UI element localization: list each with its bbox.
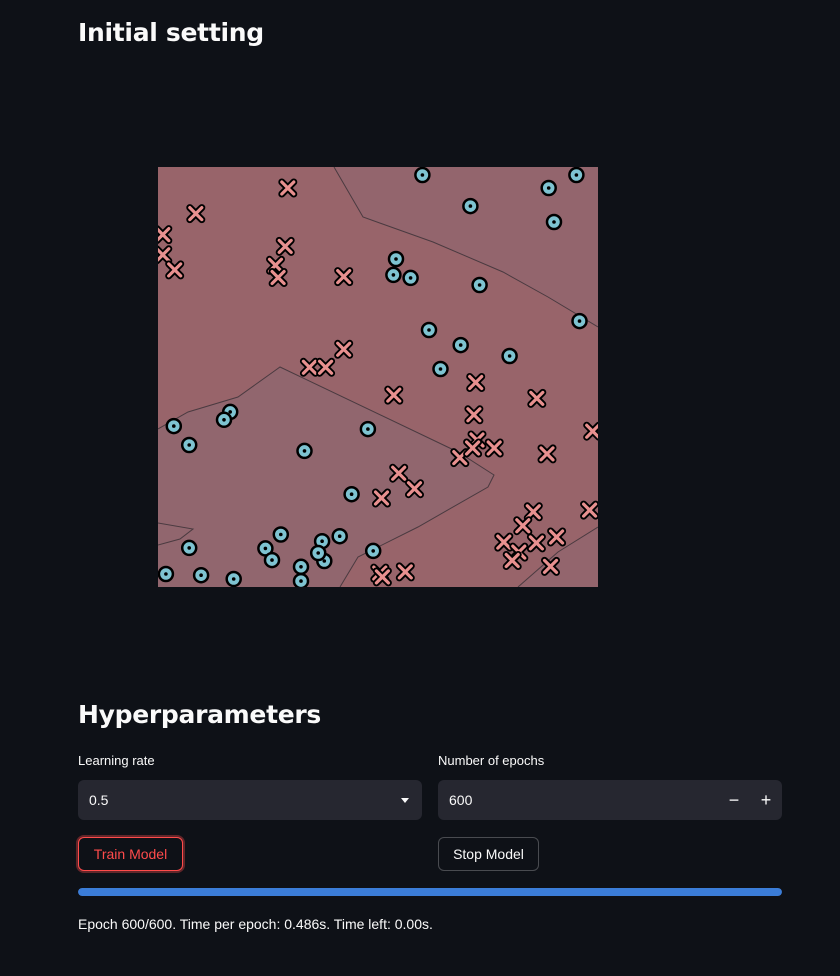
epochs-number-input[interactable]: 600 − + [438, 780, 782, 820]
circle-point [402, 269, 419, 287]
stop-model-button[interactable]: Stop Model [438, 837, 539, 871]
train-model-button[interactable]: Train Model [78, 837, 183, 871]
x-point [316, 357, 336, 377]
x-point [158, 245, 173, 265]
x-point [466, 373, 486, 392]
circle-point [452, 336, 469, 354]
x-point [389, 463, 409, 483]
circle-point [387, 250, 405, 268]
hyperparameters-title: Hyperparameters [78, 700, 321, 729]
circle-point [225, 570, 242, 587]
x-point [334, 339, 354, 359]
circle-point [571, 312, 588, 330]
circle-point [540, 179, 557, 197]
x-point [502, 551, 522, 570]
circle-point [364, 542, 382, 560]
circle-point [215, 411, 233, 429]
scatter-plot [158, 167, 598, 587]
x-point [547, 527, 567, 547]
circle-point [471, 276, 488, 294]
circle-point [180, 539, 198, 557]
circle-point [296, 442, 313, 460]
x-point [583, 421, 598, 441]
training-status-text: Epoch 600/600. Time per epoch: 0.486s. T… [78, 916, 433, 932]
increment-button[interactable]: + [750, 780, 782, 820]
learning-rate-label: Learning rate [78, 753, 155, 768]
circle-point [568, 167, 585, 184]
circle-point [192, 566, 210, 584]
x-point [395, 562, 415, 582]
x-point [165, 260, 185, 280]
x-point [494, 532, 514, 552]
x-point [484, 438, 504, 458]
x-point [334, 267, 354, 287]
circle-point [501, 347, 518, 365]
circle-point [331, 527, 348, 545]
x-point [278, 178, 298, 198]
x-point [275, 236, 295, 256]
x-point [526, 533, 546, 553]
x-point [384, 385, 404, 405]
x-point [463, 438, 483, 458]
circle-point [158, 565, 175, 583]
x-point [372, 567, 392, 587]
circle-point [359, 420, 377, 438]
x-point [541, 556, 560, 576]
chevron-down-icon[interactable] [400, 795, 410, 805]
circle-point [385, 266, 402, 284]
x-point [299, 357, 319, 377]
x-point [464, 405, 484, 425]
circle-point [462, 197, 479, 215]
learning-rate-select[interactable]: 0.5 [78, 780, 422, 820]
circle-point [309, 544, 327, 562]
x-point [513, 516, 533, 536]
circle-point [292, 572, 310, 587]
circle-point [272, 526, 290, 543]
circle-point [292, 558, 310, 576]
circle-point [414, 167, 431, 184]
x-point [580, 500, 598, 520]
x-point [405, 479, 424, 499]
x-point [186, 204, 206, 224]
epochs-value[interactable]: 600 [438, 792, 718, 808]
circle-point [263, 551, 281, 569]
progress-fill [78, 888, 782, 896]
circle-point [343, 485, 360, 503]
x-point [158, 225, 173, 245]
circle-point [545, 213, 563, 231]
circle-point [432, 360, 449, 378]
progress-bar [78, 888, 782, 896]
circle-point [165, 417, 183, 435]
learning-rate-value: 0.5 [89, 792, 109, 808]
initial-setting-title: Initial setting [78, 18, 264, 47]
x-point [527, 388, 547, 408]
x-point [537, 444, 557, 464]
decrement-button[interactable]: − [718, 780, 750, 820]
decision-boundary-chart [158, 167, 598, 587]
circle-point [420, 321, 438, 339]
epochs-label: Number of epochs [438, 753, 545, 768]
circle-point [180, 436, 198, 454]
x-point [372, 488, 391, 508]
x-point [268, 268, 288, 287]
x-point [523, 502, 543, 522]
